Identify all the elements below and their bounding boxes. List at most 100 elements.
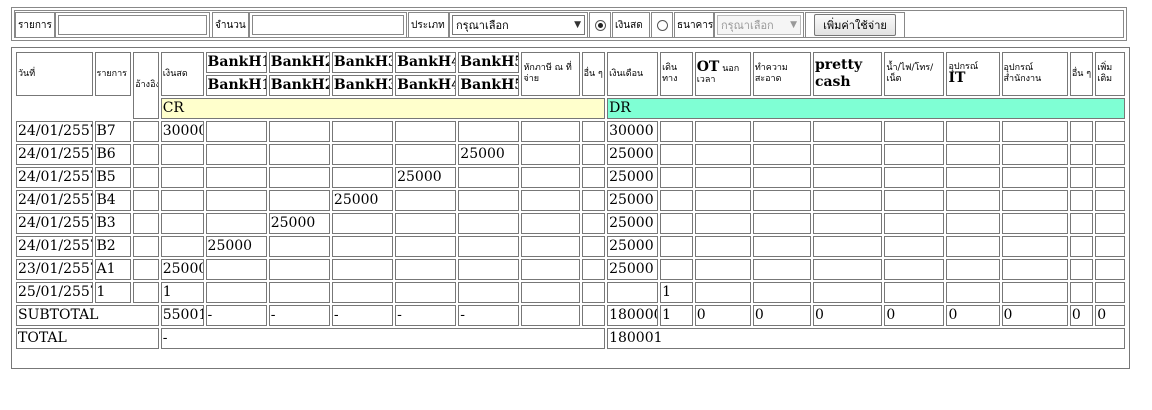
row-date: 24/01/2557 — [16, 121, 93, 142]
dr-section-label: DR — [607, 98, 1125, 119]
row-cell — [752, 259, 811, 280]
header-travel: เดินทาง — [660, 52, 693, 96]
row-cell — [395, 144, 457, 165]
row-cell — [133, 282, 159, 303]
row-cell — [812, 282, 883, 303]
row-cell — [331, 144, 394, 165]
radio-cash[interactable] — [594, 19, 606, 31]
type-label: ประเภท — [408, 12, 449, 38]
row-cell — [884, 121, 945, 142]
row-cell — [694, 167, 751, 188]
expense-form: รายการ จำนวน ประเภท กรุณาเลือก ▼ เงินสด … — [11, 7, 1127, 41]
radio-bank[interactable] — [656, 19, 668, 31]
header-utilities: น้ำ/ไฟ/โทร/เน็ต — [884, 52, 945, 96]
header-bank-4-sub: BankH4 — [395, 75, 457, 96]
type-select[interactable]: กรุณาเลือก ▼ — [452, 15, 585, 35]
row-cell — [1095, 144, 1125, 165]
total-dr: 180001 — [607, 328, 1125, 349]
subtotal-cell: 0 — [812, 305, 883, 326]
row-cell: 25000 — [268, 213, 330, 234]
bank-select[interactable]: กรุณาเลือก ▼ — [717, 15, 801, 35]
row-cell — [1001, 236, 1068, 257]
row-cell — [268, 144, 330, 165]
header-salary: เงินเดือน — [607, 52, 659, 96]
header-bank-4: BankH4 — [395, 52, 457, 73]
row-cell — [160, 213, 204, 234]
row-item: B3 — [94, 213, 132, 234]
row-date: 24/01/2557 — [16, 167, 93, 188]
header-withholding: หักภาษี ณ ที่จ่าย — [521, 52, 580, 96]
row-cell — [331, 167, 394, 188]
amount-input[interactable] — [252, 15, 404, 35]
row-cell — [694, 282, 751, 303]
ledger-table: วันที่ รายการ อ้างอิง เงินสด BankH1 Bank… — [14, 50, 1127, 351]
bank-select-value: กรุณาเลือก — [721, 19, 774, 32]
radio-bank-label: ธนาคาร — [674, 12, 714, 38]
header-it: อุปกรณ์ IT — [946, 52, 1000, 96]
row-cell — [1095, 190, 1125, 211]
row-cell — [812, 167, 883, 188]
row-cell — [581, 167, 606, 188]
header-it-bold: IT — [948, 70, 966, 86]
header-other-cr: อื่น ๆ — [581, 52, 606, 96]
row-date: 24/01/2557 — [16, 213, 93, 234]
row-cell — [331, 236, 394, 257]
row-cell — [946, 167, 1000, 188]
row-cell — [812, 190, 883, 211]
item-input[interactable] — [58, 15, 207, 35]
header-ot: OT นอกเวลา — [694, 52, 751, 96]
subtotal-cell: 180000 — [607, 305, 659, 326]
cr-section-label: CR — [160, 98, 606, 119]
row-cell — [946, 190, 1000, 211]
row-cell: 25000 — [331, 190, 394, 211]
header-bank-2-sub: BankH2 — [268, 75, 330, 96]
item-label: รายการ — [15, 12, 55, 38]
row-cell — [694, 144, 751, 165]
row-cell — [1069, 259, 1094, 280]
row-cell: 30000 — [607, 121, 659, 142]
table-row: 24/01/2557 B3 25000 25000 — [16, 213, 1125, 234]
row-cell: 25000 — [607, 167, 659, 188]
row-cell — [694, 236, 751, 257]
row-item: B7 — [94, 121, 132, 142]
row-cell — [521, 167, 580, 188]
row-cell — [884, 190, 945, 211]
row-cell: 25000 — [607, 259, 659, 280]
row-cell — [458, 282, 520, 303]
row-cell — [205, 259, 267, 280]
row-item: B6 — [94, 144, 132, 165]
row-cell — [458, 190, 520, 211]
row-cell — [268, 259, 330, 280]
row-cell — [1069, 213, 1094, 234]
row-cell — [1095, 213, 1125, 234]
header-bank-5: BankH5 — [458, 52, 520, 73]
row-cell — [946, 121, 1000, 142]
row-cell: 25000 — [607, 213, 659, 234]
amount-label: จำนวน — [212, 12, 249, 38]
radio-bank-cell — [651, 12, 673, 38]
row-cell — [660, 167, 693, 188]
row-cell — [395, 213, 457, 234]
row-cell — [752, 213, 811, 234]
row-cell — [1069, 190, 1094, 211]
subtotal-cell: - — [268, 305, 330, 326]
row-cell — [331, 282, 394, 303]
row-date: 24/01/2557 — [16, 190, 93, 211]
row-cell — [1069, 167, 1094, 188]
row-cell — [521, 121, 580, 142]
add-expense-button[interactable]: เพิ่มค่าใช้จ่าย — [814, 14, 896, 36]
subtotal-cell: - — [331, 305, 394, 326]
row-cell — [581, 236, 606, 257]
row-cell — [1001, 213, 1068, 234]
row-cell — [395, 190, 457, 211]
row-cell: 25000 — [160, 259, 204, 280]
row-cell: 25000 — [458, 144, 520, 165]
subtotal-cell: - — [458, 305, 520, 326]
header-cash: เงินสด — [160, 52, 204, 96]
row-cell — [581, 213, 606, 234]
header-other-dr: อื่น ๆ — [1069, 52, 1094, 96]
row-cell — [694, 121, 751, 142]
subtotal-cell: 0 — [752, 305, 811, 326]
row-cell — [607, 282, 659, 303]
total-cr: - — [160, 328, 606, 349]
